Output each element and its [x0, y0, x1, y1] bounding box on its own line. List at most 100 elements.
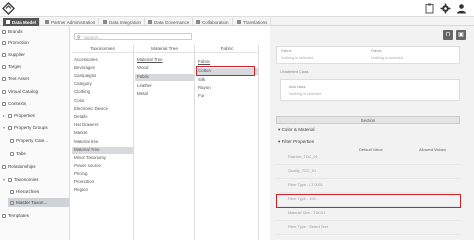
sidebar-item-relationships[interactable]: Relationships	[2, 162, 69, 171]
table-row[interactable]: Fashion_TDC_01	[276, 151, 460, 165]
property-category-icon	[10, 138, 14, 143]
sidebar-item-property-groups[interactable]: ▾ Property Groups	[2, 123, 69, 132]
sidebar-item-hierarchies[interactable]: Hierarchies	[10, 187, 69, 196]
text-asset-icon	[2, 76, 6, 81]
save-icon[interactable]: ▣	[456, 30, 466, 40]
list-item[interactable]: Market	[72, 130, 133, 137]
list-item[interactable]: Campaigns	[72, 73, 133, 80]
add-class-card: Add class Nothing is selected	[280, 79, 460, 101]
fabric-column-header: Fabric	[196, 45, 258, 53]
table-row[interactable]: Material Size - TDC01	[276, 207, 460, 221]
filter-properties-header[interactable]: ▾ Filter Properties	[278, 139, 314, 145]
tab-data-integration[interactable]: Data Integration	[100, 18, 146, 26]
taxonomies-icon	[8, 177, 12, 182]
sidebar-item-text-asset[interactable]: Text Asset	[2, 74, 69, 83]
tab-data-governance[interactable]: Data Governance	[145, 18, 194, 26]
list-item[interactable]: Color	[72, 98, 133, 105]
material-tree-column-header: Material Tree	[135, 45, 194, 53]
sidebar-item-templates[interactable]: Templates	[2, 211, 69, 220]
list-item[interactable]: Material tree	[72, 139, 133, 146]
list-item[interactable]: Details	[72, 114, 133, 121]
fields-card: Fabric Nothing is selected Fabric Nothin…	[276, 46, 460, 64]
tab-partner-administration[interactable]: Partner Administration	[42, 18, 100, 26]
properties-icon	[8, 113, 12, 118]
sidebar-item-property-categories[interactable]: Property Cate...	[10, 136, 69, 145]
list-item[interactable]: Accessories	[72, 57, 133, 64]
taxonomies-column: Taxonomies Accessories Beverages Campaig…	[72, 45, 134, 240]
table-row[interactable]: Fiber Type - Select Text	[276, 221, 460, 235]
list-item[interactable]: Fabric	[196, 59, 258, 66]
taxonomies-column-header: Taxonomies	[72, 45, 133, 53]
partner-icon	[45, 20, 49, 24]
section-button[interactable]: Section	[276, 116, 460, 124]
sidebar-item-supplier[interactable]: Supplier	[2, 50, 69, 59]
list-item[interactable]: Clothing	[72, 89, 133, 96]
list-item[interactable]: Rayon	[196, 85, 258, 92]
property-groups-icon	[8, 125, 12, 130]
gear-icon[interactable]	[440, 3, 451, 14]
relationships-icon	[2, 164, 6, 169]
translations-icon	[237, 20, 241, 24]
hierarchies-icon	[10, 189, 14, 194]
delete-icon[interactable]: ⊓	[443, 30, 453, 40]
data-model-icon	[6, 20, 10, 24]
list-item[interactable]: Beverages	[72, 65, 133, 72]
list-item[interactable]: Electronic Device	[72, 106, 133, 113]
list-item[interactable]: Wood	[135, 65, 194, 72]
sidebar-item-tabs[interactable]: Tabs	[10, 149, 69, 158]
highlight-box	[276, 194, 461, 208]
list-item[interactable]: Fur	[196, 93, 258, 100]
tab-data-model[interactable]: Data Model	[3, 18, 41, 26]
sidebar-item-target[interactable]: Target	[2, 62, 69, 71]
governance-icon	[148, 20, 152, 24]
integration-icon	[103, 20, 107, 24]
user-icon[interactable]	[456, 3, 467, 14]
list-item-selected[interactable]: Fabric	[135, 74, 194, 81]
sidebar-item-properties[interactable]: ▸ Properties	[2, 111, 69, 120]
list-item[interactable]: Minor Taxonomy	[72, 155, 133, 162]
chevron-down-icon: ▾	[2, 177, 5, 182]
list-item[interactable]: Region	[72, 187, 133, 194]
list-item[interactable]: Metal	[135, 91, 194, 98]
tabs-icon	[10, 151, 14, 156]
sidebar-item-contexts[interactable]: Contexts	[2, 99, 69, 108]
brand-icon	[2, 29, 6, 34]
sidebar: Brands Promotion Supplier Target Text As…	[0, 26, 70, 240]
list-item[interactable]: Hat Drawers	[72, 122, 133, 129]
contexts-icon	[2, 101, 6, 106]
material-tree-column: Material Tree Material Tree Wood Fabric …	[135, 45, 195, 240]
chevron-down-icon: ▾	[2, 125, 5, 130]
module-tab-bar: Data Model Partner Administration Data I…	[0, 17, 474, 26]
tab-translations[interactable]: Translations	[234, 18, 272, 26]
target-icon	[2, 64, 6, 69]
list-item[interactable]: Power source	[72, 163, 133, 170]
tab-collaboration[interactable]: Collaboration	[193, 18, 233, 26]
sidebar-item-brands[interactable]: Brands	[2, 27, 69, 36]
sidebar-item-promotion[interactable]: Promotion	[2, 38, 69, 47]
table-row[interactable]: Fiber Type - LT 0001	[276, 179, 460, 193]
list-item-selected[interactable]: Material Tree	[72, 147, 133, 154]
search-icon: ⚲	[77, 34, 81, 41]
clipboard-icon[interactable]	[424, 3, 435, 14]
color-material-header[interactable]: ▾ Color & Material	[278, 127, 315, 133]
search-input[interactable]: ⚲ Search...	[74, 33, 192, 41]
list-item[interactable]: Material Tree	[135, 57, 194, 64]
list-item[interactable]: Category	[72, 81, 133, 88]
templates-icon	[2, 213, 6, 218]
sidebar-item-taxonomies[interactable]: ▾ Taxonomies	[2, 175, 69, 184]
catalog-icon	[2, 89, 6, 94]
collaboration-icon	[196, 20, 200, 24]
sidebar-item-virtual-catalog[interactable]: Virtual Catalog	[2, 87, 69, 96]
chevron-right-icon: ▸	[2, 113, 5, 118]
promotion-icon	[2, 40, 6, 45]
list-item[interactable]: Silk	[196, 77, 258, 84]
master-taxonomy-icon	[10, 200, 14, 205]
list-item[interactable]: Leather	[135, 83, 194, 90]
app-logo-icon[interactable]	[2, 2, 15, 15]
top-bar	[0, 0, 474, 17]
list-item[interactable]: Pricing	[72, 171, 133, 178]
table-row[interactable]: Quality_TDC_01	[276, 165, 460, 179]
highlight-box	[196, 66, 255, 76]
list-item[interactable]: Promotion	[72, 179, 133, 186]
sidebar-item-master-taxonomy[interactable]: Master Taxon...	[8, 198, 69, 207]
